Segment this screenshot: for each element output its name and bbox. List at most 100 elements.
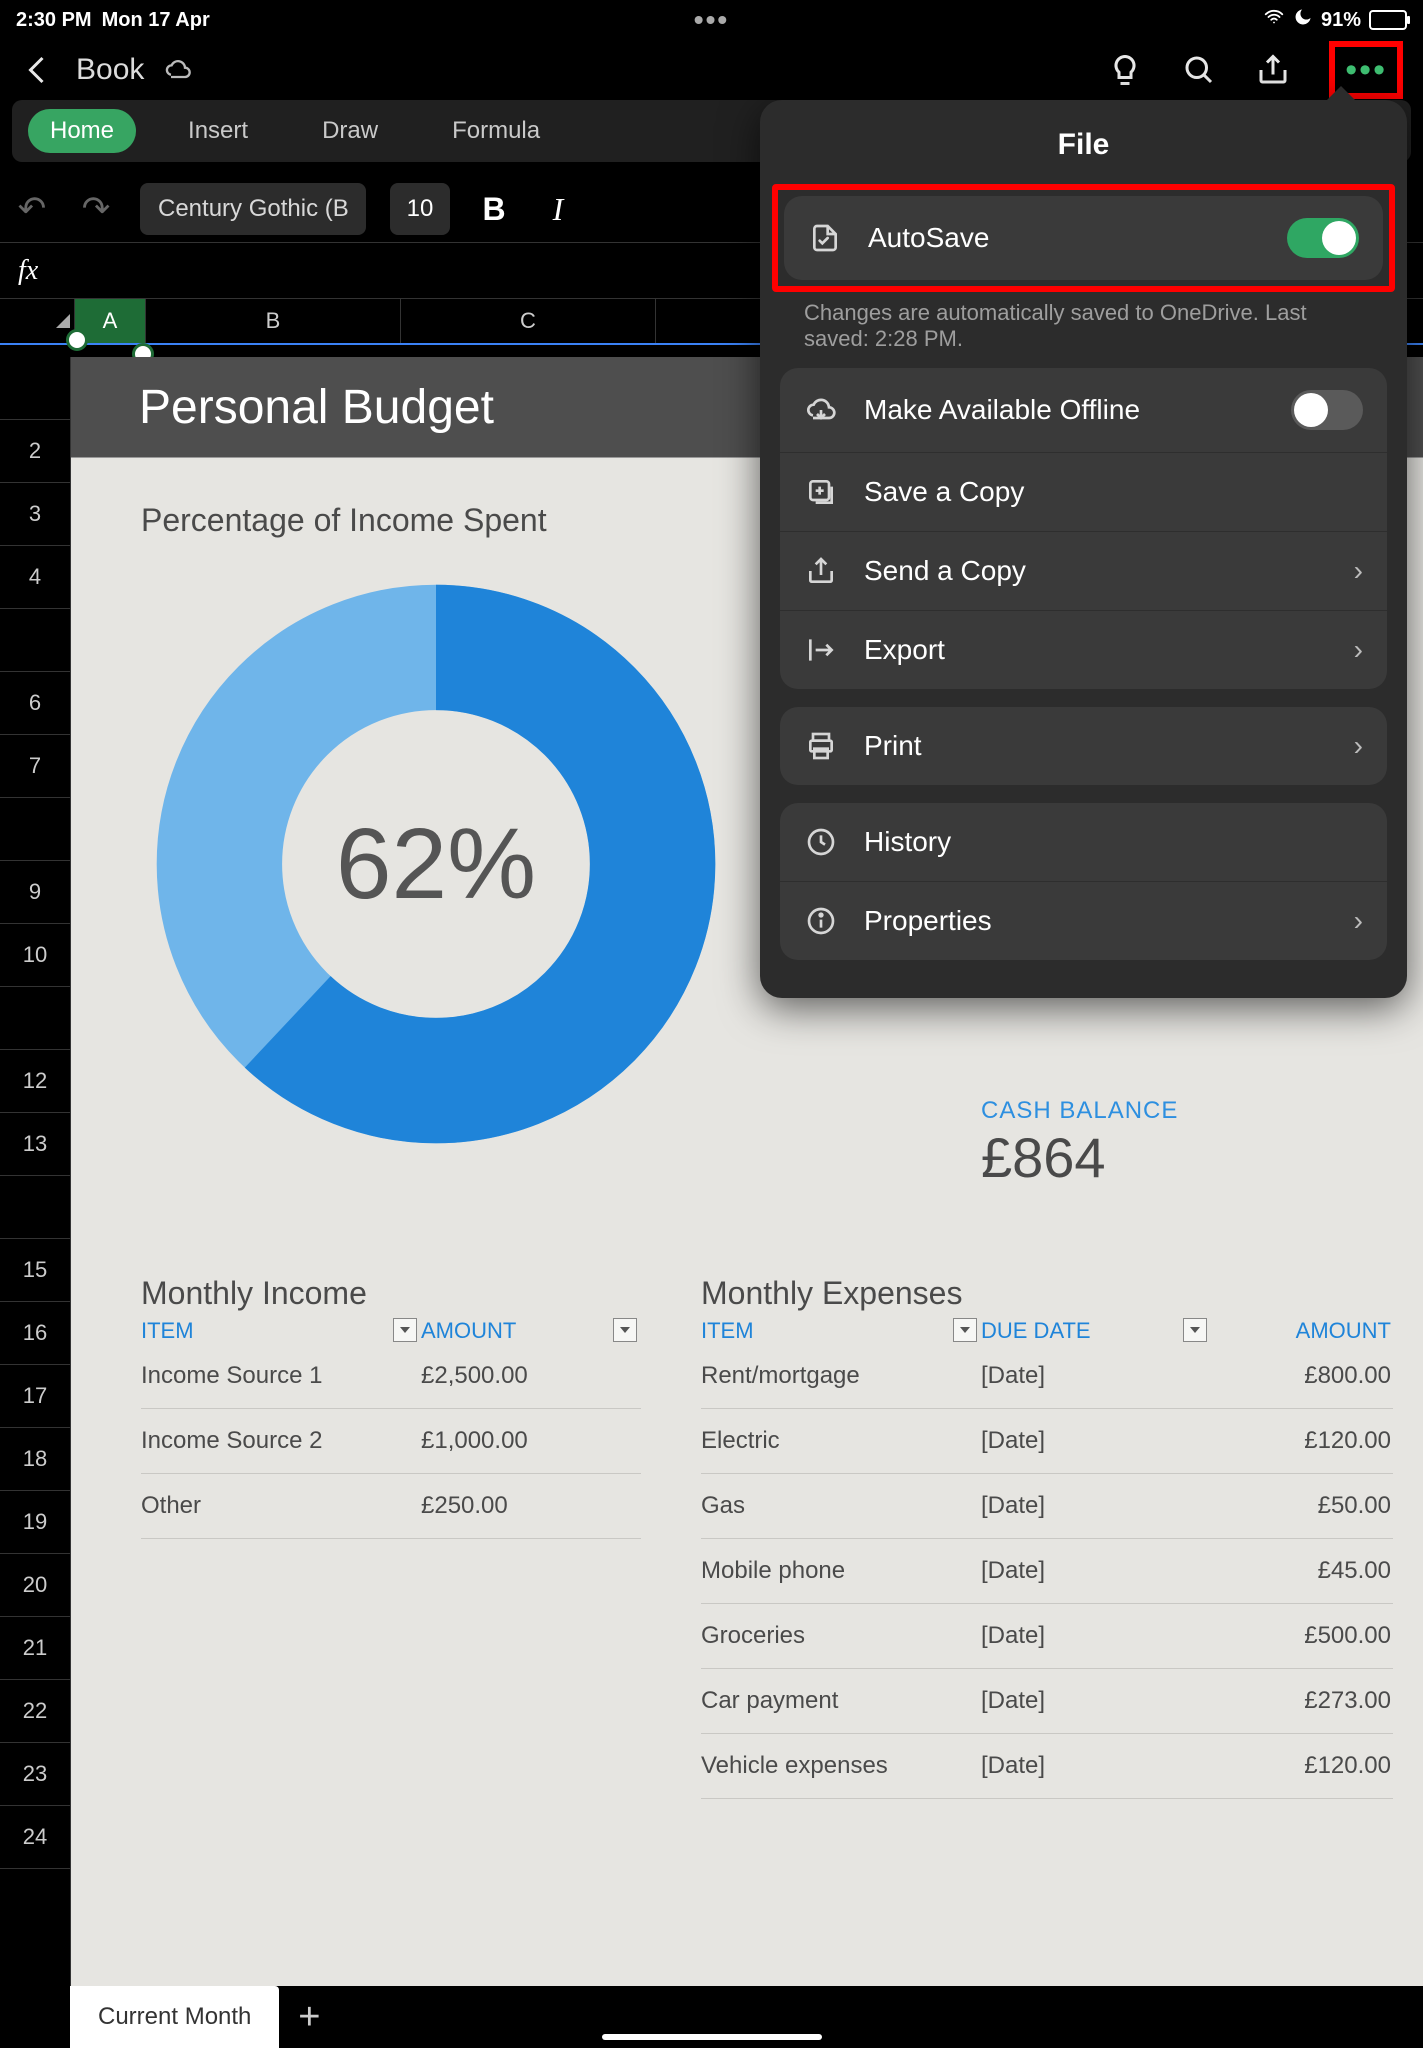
search-icon[interactable] <box>1181 52 1217 88</box>
undo-button[interactable]: ↶ <box>12 189 52 229</box>
filter-dropdown-icon[interactable] <box>613 1318 637 1342</box>
cell-due: [Date] <box>981 1362 1211 1390</box>
cell-amount: £120.00 <box>1211 1752 1391 1780</box>
table-row[interactable]: Vehicle expenses[Date]£120.00 <box>701 1734 1393 1799</box>
table-row[interactable]: Electric[Date]£120.00 <box>701 1409 1393 1474</box>
row-header[interactable] <box>0 798 70 861</box>
send-copy-row[interactable]: Send a Copy › <box>780 531 1387 610</box>
cell-amount: £273.00 <box>1211 1687 1391 1715</box>
row-header[interactable] <box>0 357 70 420</box>
cell-item: Groceries <box>701 1622 981 1650</box>
print-row[interactable]: Print › <box>780 707 1387 785</box>
col-label: AMOUNT <box>421 1318 516 1343</box>
row-header[interactable]: 9 <box>0 861 70 924</box>
row-header[interactable]: 15 <box>0 1239 70 1302</box>
properties-label: Properties <box>864 905 1328 937</box>
row-header[interactable]: 20 <box>0 1554 70 1617</box>
row-header[interactable]: 12 <box>0 1050 70 1113</box>
row-header[interactable] <box>0 987 70 1050</box>
cell-item: Rent/mortgage <box>701 1362 981 1390</box>
autosave-row[interactable]: AutoSave <box>784 196 1383 280</box>
cell-amount: £120.00 <box>1211 1427 1391 1455</box>
row-header[interactable]: 2 <box>0 420 70 483</box>
add-sheet-button[interactable]: + <box>279 1986 339 2048</box>
document-name[interactable]: Book <box>76 53 144 87</box>
selection-handle-icon[interactable] <box>66 329 88 351</box>
row-header[interactable]: 19 <box>0 1491 70 1554</box>
row-header[interactable]: 21 <box>0 1617 70 1680</box>
column-header-a[interactable]: A <box>75 299 146 343</box>
row-header[interactable]: 24 <box>0 1806 70 1869</box>
font-family-selector[interactable]: Century Gothic (Bo <box>140 183 366 235</box>
italic-button[interactable]: I <box>538 191 578 228</box>
history-row[interactable]: History <box>780 803 1387 881</box>
table-row[interactable]: Rent/mortgage[Date]£800.00 <box>701 1344 1393 1409</box>
export-row[interactable]: Export › <box>780 610 1387 689</box>
expense-col-amount[interactable]: AMOUNT <box>1211 1318 1391 1344</box>
tab-home[interactable]: Home <box>28 109 136 153</box>
table-row[interactable]: Car payment[Date]£273.00 <box>701 1669 1393 1734</box>
col-label: AMOUNT <box>1296 1318 1391 1343</box>
cloud-sync-icon[interactable] <box>164 56 192 84</box>
table-row[interactable]: Gas[Date]£50.00 <box>701 1474 1393 1539</box>
filter-dropdown-icon[interactable] <box>953 1318 977 1342</box>
row-header[interactable]: 13 <box>0 1113 70 1176</box>
row-header[interactable] <box>0 1176 70 1239</box>
properties-row[interactable]: Properties › <box>780 881 1387 960</box>
lightbulb-icon[interactable] <box>1107 52 1143 88</box>
column-label: A <box>103 308 118 334</box>
bold-button[interactable]: B <box>474 191 514 228</box>
redo-button[interactable]: ↷ <box>76 189 116 229</box>
tab-draw[interactable]: Draw <box>300 109 400 153</box>
row-header[interactable]: 17 <box>0 1365 70 1428</box>
income-col-item[interactable]: ITEM <box>141 1318 421 1344</box>
offline-toggle[interactable] <box>1291 390 1363 430</box>
chevron-right-icon: › <box>1354 730 1363 762</box>
sheet-tab-current[interactable]: Current Month <box>70 1986 279 2048</box>
row-header[interactable]: 18 <box>0 1428 70 1491</box>
tab-formulas[interactable]: Formula <box>430 109 562 153</box>
battery-percent: 91% <box>1321 9 1361 32</box>
filter-dropdown-icon[interactable] <box>1183 1318 1207 1342</box>
select-all-corner[interactable] <box>0 299 75 343</box>
moon-icon <box>1293 7 1313 33</box>
tab-insert[interactable]: Insert <box>166 109 270 153</box>
font-size-selector[interactable]: 10 <box>390 183 450 235</box>
income-header: Monthly Income <box>141 1275 641 1312</box>
save-copy-row[interactable]: Save a Copy <box>780 452 1387 531</box>
row-header[interactable]: 4 <box>0 546 70 609</box>
autosave-highlight: AutoSave <box>772 184 1395 292</box>
expense-header: Monthly Expenses <box>701 1275 1393 1312</box>
print-icon <box>804 729 838 763</box>
cell-item: Gas <box>701 1492 981 1520</box>
cell-item: Income Source 1 <box>141 1362 421 1390</box>
row-header[interactable]: 23 <box>0 1743 70 1806</box>
autosave-toggle[interactable] <box>1287 218 1359 258</box>
table-row[interactable]: Income Source 2£1,000.00 <box>141 1409 641 1474</box>
table-row[interactable]: Income Source 1£2,500.00 <box>141 1344 641 1409</box>
multitask-dots-icon[interactable]: ••• <box>694 4 729 36</box>
income-col-amount[interactable]: AMOUNT <box>421 1318 641 1344</box>
expense-col-item[interactable]: ITEM <box>701 1318 981 1344</box>
row-header[interactable]: 6 <box>0 672 70 735</box>
row-header[interactable]: 16 <box>0 1302 70 1365</box>
home-indicator[interactable] <box>602 2034 822 2040</box>
filter-dropdown-icon[interactable] <box>393 1318 417 1342</box>
font-family-value: Century Gothic (Bo <box>158 195 348 223</box>
row-header[interactable] <box>0 609 70 672</box>
expense-col-due[interactable]: DUE DATE <box>981 1318 1211 1344</box>
table-row[interactable]: Mobile phone[Date]£45.00 <box>701 1539 1393 1604</box>
row-header[interactable]: 7 <box>0 735 70 798</box>
offline-row[interactable]: Make Available Offline <box>780 368 1387 452</box>
row-header[interactable]: 10 <box>0 924 70 987</box>
share-icon[interactable] <box>1255 52 1291 88</box>
save-copy-label: Save a Copy <box>864 476 1363 508</box>
popover-title: File <box>760 100 1407 184</box>
column-header-b[interactable]: B <box>146 299 401 343</box>
back-button[interactable] <box>20 52 56 88</box>
column-header-c[interactable]: C <box>401 299 656 343</box>
table-row[interactable]: Groceries[Date]£500.00 <box>701 1604 1393 1669</box>
table-row[interactable]: Other£250.00 <box>141 1474 641 1539</box>
row-header[interactable]: 22 <box>0 1680 70 1743</box>
row-header[interactable]: 3 <box>0 483 70 546</box>
